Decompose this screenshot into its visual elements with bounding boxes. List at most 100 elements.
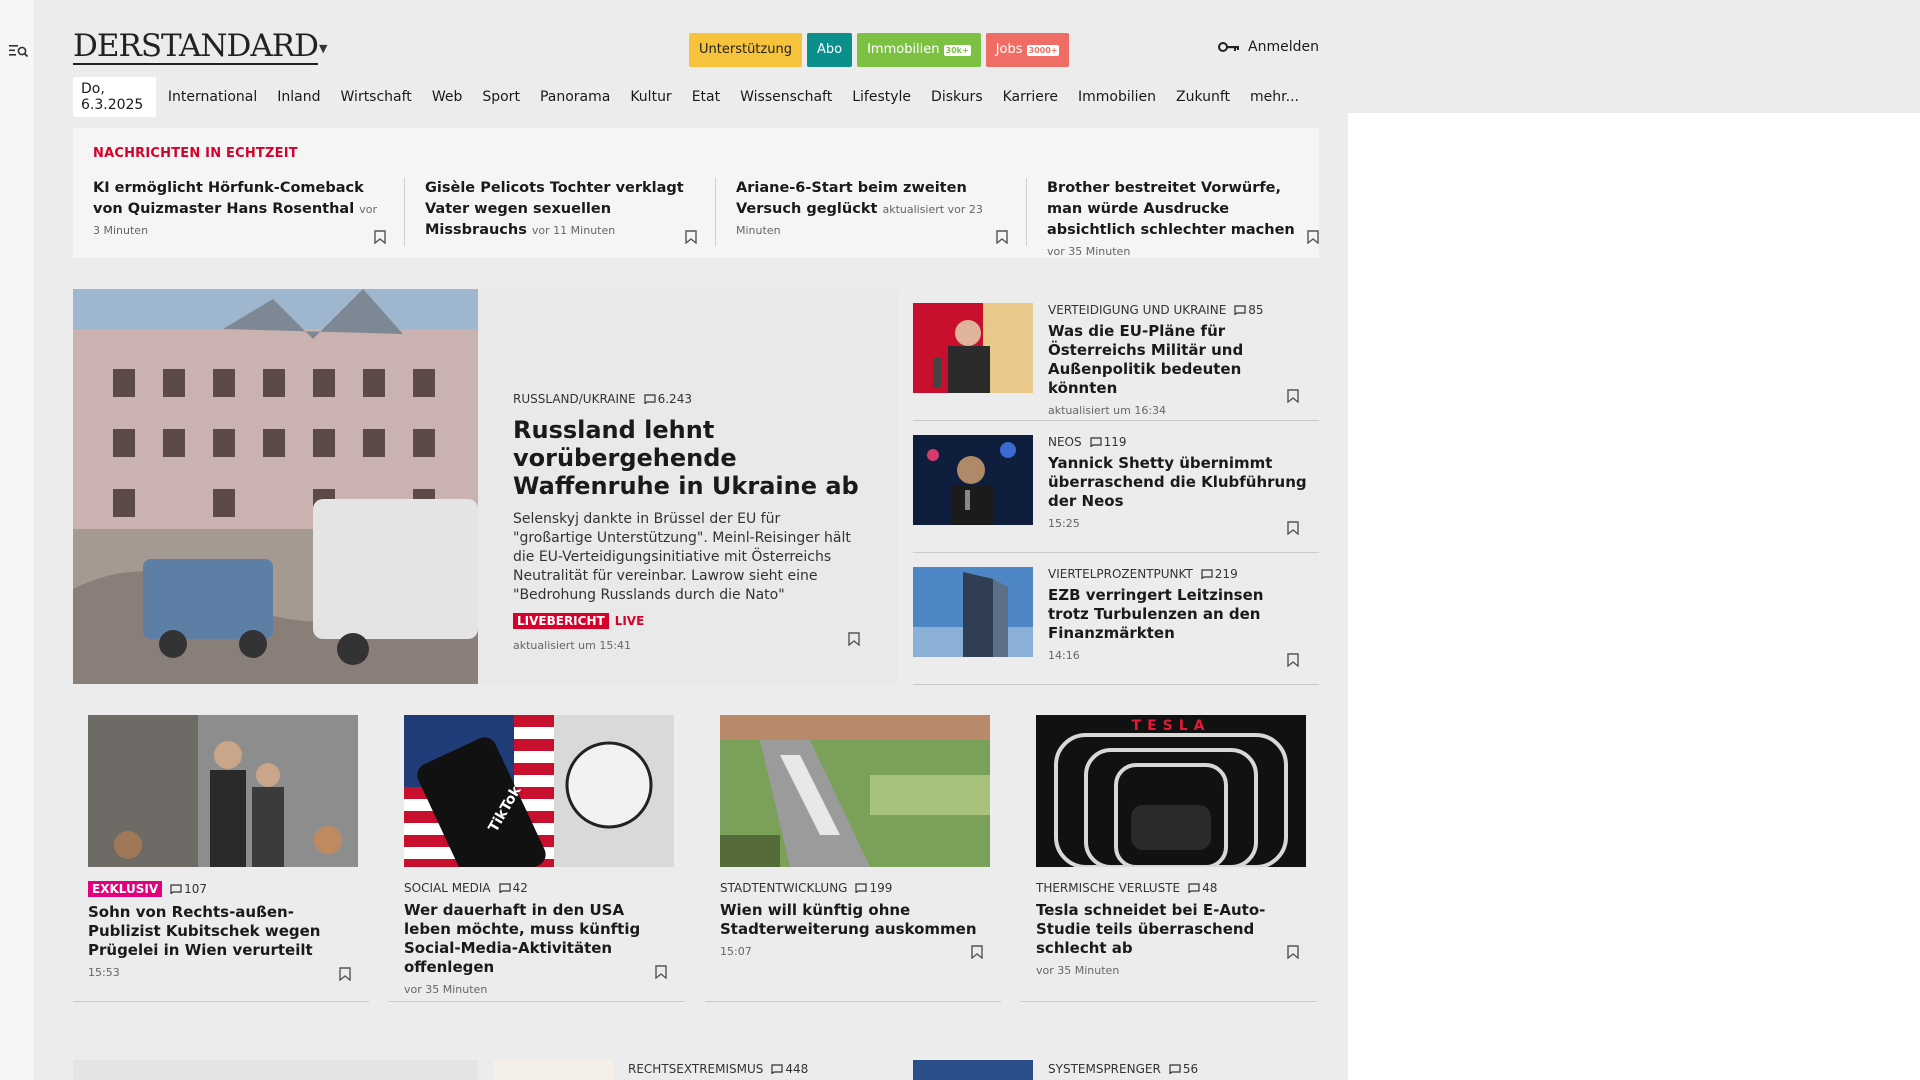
nav-inland[interactable]: Inland [277, 89, 320, 105]
chevron-down-icon[interactable]: ▼ [319, 42, 327, 55]
card-image-tesla-tunnel[interactable]: TESLA [1036, 715, 1306, 867]
side-kicker[interactable]: VIERTELPROZENTPUNKT 219 [1048, 567, 1308, 581]
nav-lifestyle[interactable]: Lifestyle [852, 89, 911, 105]
nav-wirtschaft[interactable]: Wirtschaft [341, 89, 412, 105]
jobs-button[interactable]: Jobs 3000+ [985, 33, 1070, 67]
card-kicker[interactable]: STADTENTWICKLUNG 199 [720, 881, 986, 895]
side-image-speaker[interactable] [913, 435, 1033, 525]
bookmark-icon[interactable] [1287, 653, 1299, 667]
bookmark-icon[interactable] [655, 965, 667, 979]
realtime-item[interactable]: Brother bestreitet Vorwürfe, man würde A… [1026, 178, 1337, 258]
jobs-label: Jobs [995, 42, 1023, 57]
bookmark-icon[interactable] [848, 632, 860, 646]
card-image-tiktok-flag[interactable]: TikTok [404, 715, 674, 867]
hero-article[interactable]: RUSSLAND/UKRAINE 6.243 Russland lehnt vo… [73, 289, 898, 684]
realtime-title-text: Brother bestreitet Vorwürfe, man würde A… [1047, 180, 1295, 238]
support-button[interactable]: Unterstützung [689, 33, 802, 67]
card-kicker[interactable]: SOCIAL MEDIA 42 [404, 881, 670, 895]
card-title[interactable]: Sohn von Rechts-außen-Publizist Kubitsch… [88, 903, 354, 960]
side-image-ecb-tower[interactable] [913, 567, 1033, 657]
side-kicker[interactable]: VERTEIDIGUNG UND UKRAINE 85 [1048, 303, 1308, 317]
nav-etat[interactable]: Etat [692, 89, 720, 105]
bookmark-icon[interactable] [339, 967, 351, 981]
bookmark-icon[interactable] [374, 230, 386, 244]
nav-more[interactable]: mehr... [1250, 89, 1299, 105]
side-text: NEOS 119 Yannick Shetty übernimmt überras… [1048, 435, 1308, 530]
card-image-train-city[interactable] [720, 715, 990, 867]
bottom-image-1[interactable] [493, 1060, 613, 1080]
bottom-kicker-1[interactable]: RECHTSEXTREMISMUS 448 [628, 1062, 808, 1076]
side-title[interactable]: Yannick Shetty übernimmt überraschend di… [1048, 454, 1308, 511]
tesla-logo-text: TESLA [1132, 718, 1211, 734]
comment-icon [1201, 569, 1213, 579]
card-title[interactable]: Tesla schneidet bei E-Auto-Studie teils … [1036, 901, 1302, 958]
bottom-comments-1[interactable]: 448 [771, 1062, 808, 1076]
bookmark-icon[interactable] [1287, 521, 1299, 535]
card-kicker[interactable]: EXKLUSIV 107 [88, 881, 354, 897]
hero-teaser: Selenskyj dankte in Brüssel der EU für "… [513, 511, 851, 603]
login-button[interactable]: Anmelden [1218, 39, 1319, 55]
realtime-item[interactable]: Ariane-6-Start beim zweiten Versuch gegl… [715, 178, 1026, 246]
realtime-item[interactable]: KI ermöglicht Hörfunk-Comeback von Quizm… [93, 178, 404, 246]
bottom-kicker-2[interactable]: SYSTEMSPRENGER 56 [1048, 1062, 1198, 1076]
bottom-placeholder-image[interactable] [73, 1060, 478, 1080]
side-comments[interactable]: 85 [1234, 303, 1264, 317]
bottom-category-2: SYSTEMSPRENGER [1048, 1062, 1161, 1076]
card-comments[interactable]: 42 [499, 881, 528, 895]
site-logo[interactable]: DERSTANDARD [73, 30, 319, 65]
bookmark-icon[interactable] [685, 230, 697, 244]
nav-kultur[interactable]: Kultur [630, 89, 671, 105]
card-kicker[interactable]: THERMISCHE VERLUSTE 48 [1036, 881, 1302, 895]
hero-kicker[interactable]: RUSSLAND/UKRAINE 6.243 [513, 392, 863, 406]
side-article[interactable]: VIERTELPROZENTPUNKT 219 EZB verringert Le… [913, 553, 1319, 685]
nav-international[interactable]: International [168, 89, 257, 105]
nav-web[interactable]: Web [432, 89, 463, 105]
nav-zukunft[interactable]: Zukunft [1176, 89, 1230, 105]
nav-wissenschaft[interactable]: Wissenschaft [740, 89, 832, 105]
article-card[interactable]: EXKLUSIV 107 Sohn von Rechts-außen-Publi… [73, 715, 369, 1002]
nav-karriere[interactable]: Karriere [1003, 89, 1058, 105]
nav-panorama[interactable]: Panorama [540, 89, 610, 105]
article-card[interactable]: TikTok SOCIAL MEDIA 42 Wer dauerhaft in … [389, 715, 685, 1002]
card-comments[interactable]: 107 [170, 882, 207, 896]
hero-comments[interactable]: 6.243 [644, 392, 692, 406]
realtime-item[interactable]: Gisèle Pelicots Tochter verklagt Vater w… [404, 178, 715, 246]
side-title[interactable]: EZB verringert Leitzinsen trotz Turbulen… [1048, 586, 1308, 643]
article-card[interactable]: STADTENTWICKLUNG 199 Wien will künftig o… [705, 715, 1001, 1002]
side-comments[interactable]: 219 [1201, 567, 1238, 581]
bookmark-icon[interactable] [971, 945, 983, 959]
left-toolbar [0, 0, 34, 1080]
side-title[interactable]: Was die EU-Pläne für Österreichs Militär… [1048, 322, 1308, 398]
side-image-politician-press[interactable] [913, 303, 1033, 393]
side-comments[interactable]: 119 [1090, 435, 1127, 449]
nav-immobilien[interactable]: Immobilien [1078, 89, 1156, 105]
nav-sport[interactable]: Sport [482, 89, 520, 105]
realtime-title[interactable]: Brother bestreitet Vorwürfe, man würde A… [1047, 178, 1317, 262]
bookmark-icon[interactable] [1287, 389, 1299, 403]
bookmark-icon[interactable] [1287, 945, 1299, 959]
article-card[interactable]: TESLA THERMISCHE VERLUSTE 48 Tesla schne… [1021, 715, 1317, 1002]
card-title[interactable]: Wer dauerhaft in den USA leben möchte, m… [404, 901, 670, 977]
bookmark-icon[interactable] [996, 230, 1008, 244]
realtime-meta: vor 35 Minuten [1047, 245, 1131, 258]
nav-diskurs[interactable]: Diskurs [931, 89, 983, 105]
bottom-image-2[interactable] [913, 1060, 1033, 1080]
immobilien-button[interactable]: Immobilien 30k+ [857, 33, 981, 67]
side-article[interactable]: VERTEIDIGUNG UND UKRAINE 85 Was die EU-Pl… [913, 289, 1319, 421]
side-article[interactable]: NEOS 119 Yannick Shetty übernimmt überras… [913, 421, 1319, 553]
bottom-comments-2[interactable]: 56 [1169, 1062, 1198, 1076]
hero-title[interactable]: Russland lehnt vorübergehende Waffenruhe… [513, 416, 863, 500]
card-comments[interactable]: 48 [1188, 881, 1217, 895]
realtime-title[interactable]: KI ermöglicht Hörfunk-Comeback von Quizm… [93, 178, 384, 241]
card-comments[interactable]: 199 [855, 881, 892, 895]
side-kicker[interactable]: NEOS 119 [1048, 435, 1308, 449]
realtime-title[interactable]: Gisèle Pelicots Tochter verklagt Vater w… [425, 178, 695, 241]
card-title[interactable]: Wien will künftig ohne Stadterweiterung … [720, 901, 986, 939]
card-image-court-men[interactable] [88, 715, 358, 867]
realtime-title[interactable]: Ariane-6-Start beim zweiten Versuch gegl… [736, 178, 1006, 241]
hero-timestamp: aktualisiert um 15:41 [513, 639, 632, 652]
hero-image-destroyed-building[interactable] [73, 289, 478, 684]
search-menu-icon[interactable] [9, 42, 29, 60]
bookmark-icon[interactable] [1307, 230, 1319, 244]
abo-button[interactable]: Abo [806, 33, 853, 67]
